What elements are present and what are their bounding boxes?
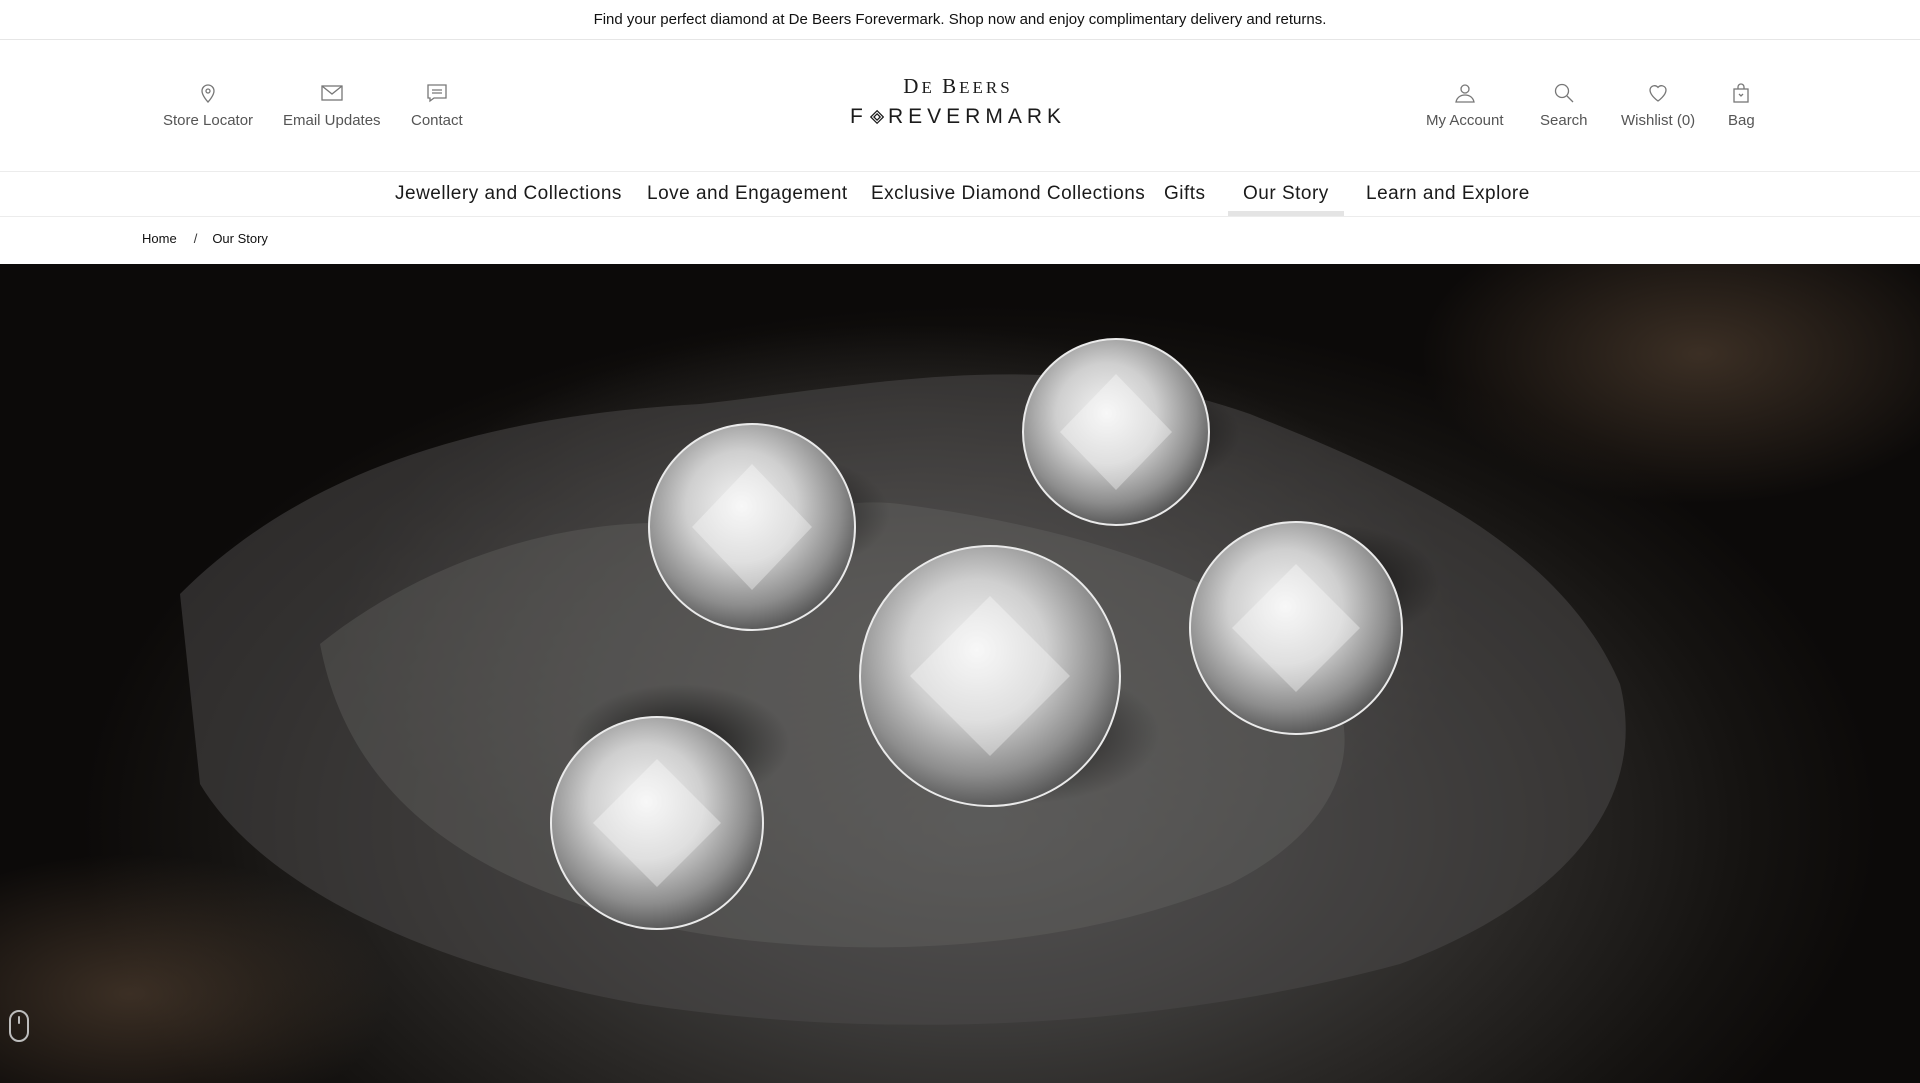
email-updates-label: Email Updates [283,112,381,129]
wishlist-link[interactable]: Wishlist (0) [1621,80,1695,129]
mouse-scroll-icon[interactable] [8,1009,30,1043]
search-icon [1551,80,1577,106]
diamond-5 [550,716,764,930]
heart-icon [1645,80,1671,106]
diamond-4 [1189,521,1403,735]
store-locator-link[interactable]: Store Locator [163,80,253,129]
chat-icon [424,80,450,106]
nav-gifts[interactable]: Gifts [1164,172,1206,216]
envelope-icon [319,80,345,106]
bag-link[interactable]: Bag [1728,80,1755,129]
logo-line-de-beers: DE BEERS [903,74,1013,98]
nav-jewellery-and-collections[interactable]: Jewellery and Collections [395,172,622,216]
nav-learn-and-explore[interactable]: Learn and Explore [1366,172,1530,216]
bag-label: Bag [1728,112,1755,129]
nav-love-and-engagement[interactable]: Love and Engagement [647,172,848,216]
my-account-link[interactable]: My Account [1426,80,1504,129]
breadcrumb: Home / Our Story [142,231,268,246]
diamond-1 [648,423,856,631]
hero-image [0,264,1920,1083]
contact-label: Contact [411,112,463,129]
bag-icon [1728,80,1754,106]
nav-exclusive-diamond-collections[interactable]: Exclusive Diamond Collections [871,172,1145,216]
hero-banner [0,264,1920,1083]
my-account-label: My Account [1426,112,1504,129]
announcement-text: Find your perfect diamond at De Beers Fo… [593,11,1327,28]
breadcrumb-home[interactable]: Home [142,231,177,246]
user-icon [1452,80,1478,106]
map-pin-icon [195,80,221,106]
forevermark-diamond-icon [869,109,884,125]
brand-logo[interactable]: DE BEERS F REVERMARK [850,75,1066,128]
search-label: Search [1540,112,1588,129]
announcement-bar: Find your perfect diamond at De Beers Fo… [0,0,1920,40]
email-updates-link[interactable]: Email Updates [283,80,381,129]
store-locator-label: Store Locator [163,112,254,129]
breadcrumb-current: Our Story [212,231,268,246]
diamond-3 [859,545,1121,807]
nav-our-story[interactable]: Our Story [1228,172,1344,216]
search-link[interactable]: Search [1540,80,1588,129]
wishlist-label: Wishlist (0) [1621,112,1696,129]
site-header: Store Locator Email Updates Contact DE B… [0,40,1920,172]
main-navigation: Jewellery and Collections Love and Engag… [0,172,1920,217]
contact-link[interactable]: Contact [411,80,463,129]
breadcrumb-separator: / [193,231,198,246]
logo-line-forevermark: F REVERMARK [850,105,1066,128]
diamond-2 [1022,338,1210,526]
